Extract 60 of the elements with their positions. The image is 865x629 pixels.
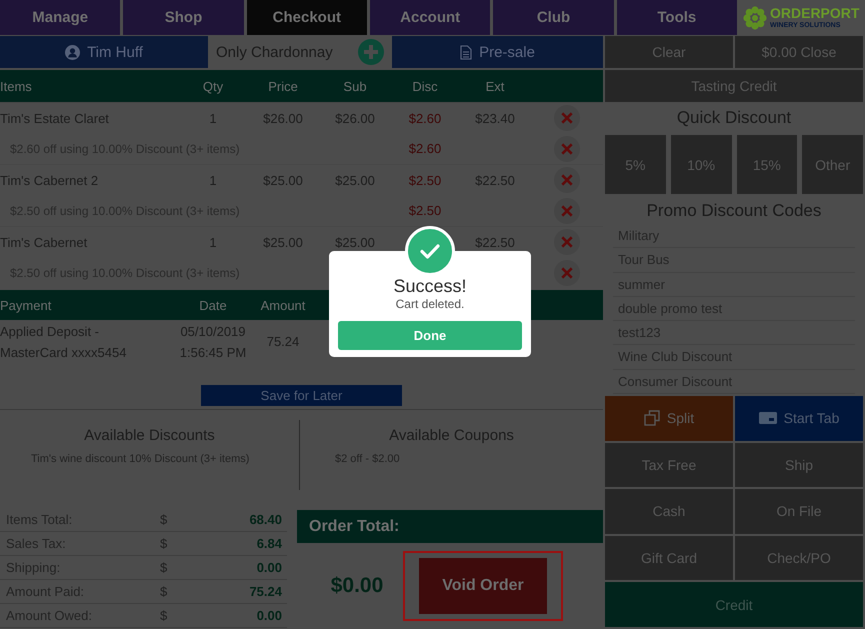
currency-sign: $	[160, 512, 168, 527]
nav-tab[interactable]: Account	[370, 0, 490, 35]
total-value: 68.40	[249, 512, 282, 527]
order-total-amount: $0.00	[330, 574, 384, 598]
remove-button[interactable]	[554, 105, 580, 131]
total-value: 0.00	[256, 560, 282, 575]
dialog-title: Success!	[393, 275, 467, 297]
flower-icon	[743, 6, 767, 30]
column-header: Disc	[411, 78, 439, 94]
card-icon	[758, 412, 777, 424]
logo-wordmark: ORDERPORT	[770, 6, 860, 20]
column-header: Ext	[484, 78, 506, 94]
remove-button[interactable]	[554, 136, 580, 162]
currency-sign: $	[160, 584, 168, 599]
plus-icon[interactable]	[358, 39, 384, 65]
currency-sign: $	[160, 608, 168, 623]
nav-tab[interactable]: Checkout	[246, 0, 367, 35]
remove-button[interactable]	[554, 229, 580, 255]
discount-amount: $2.60	[408, 110, 442, 126]
column-header: Sub	[342, 78, 368, 94]
save-for-later-button[interactable]: Save for Later	[201, 385, 402, 406]
x-icon	[560, 174, 572, 186]
done-button[interactable]: Done	[338, 321, 522, 350]
dialog-message: Cart deleted.	[396, 297, 464, 311]
column-header: Amount	[260, 298, 306, 312]
nav-tab[interactable]: Shop	[123, 0, 244, 35]
void-order-button[interactable]: Void Order	[419, 558, 547, 614]
x-icon	[560, 112, 572, 124]
document-icon	[460, 44, 472, 60]
remove-button[interactable]	[554, 167, 580, 193]
stacked-squares-icon	[644, 410, 660, 426]
nav-tab[interactable]: Club	[493, 0, 614, 35]
x-icon	[560, 142, 572, 154]
order-type-button[interactable]: Pre-sale	[392, 36, 603, 68]
order-total-title: Order Total:	[309, 518, 400, 536]
customer-button[interactable]: Tim Huff	[0, 36, 208, 68]
person-icon	[65, 44, 80, 60]
column-header: Items	[0, 78, 33, 94]
x-icon	[560, 266, 572, 278]
currency-sign: $	[160, 536, 168, 551]
column-header: Payment	[0, 298, 52, 312]
column-header: Qty	[202, 78, 224, 94]
x-icon	[560, 236, 572, 248]
currency-sign: $	[160, 560, 168, 575]
x-icon	[560, 204, 572, 216]
remove-button[interactable]	[554, 260, 580, 286]
remove-button[interactable]	[554, 198, 580, 224]
payment-action-button[interactable]: Start Tab	[735, 396, 863, 441]
column-header: Price	[267, 78, 299, 94]
column-header: Date	[198, 298, 228, 312]
total-value: 6.84	[256, 536, 282, 551]
discount-amount: $2.50	[408, 203, 442, 218]
total-value: 75.24	[249, 584, 282, 599]
nav-tab[interactable]: Tools	[616, 0, 737, 35]
total-value: 0.00	[256, 608, 282, 623]
nav-tab[interactable]: Manage	[0, 0, 120, 35]
discount-amount: $2.60	[408, 141, 442, 156]
discount-amount: $2.50	[408, 172, 442, 188]
payment-action-button[interactable]: Credit	[605, 582, 863, 627]
payment-action-button[interactable]: Split	[605, 396, 733, 441]
